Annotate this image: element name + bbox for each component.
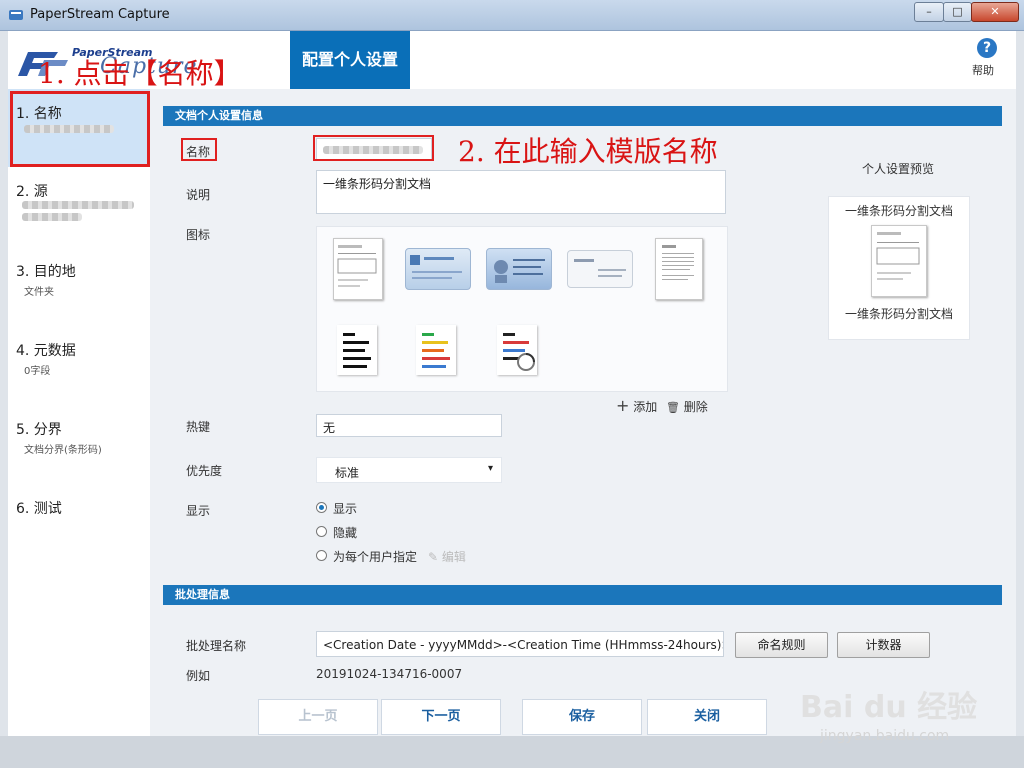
watermark: Bai du 经验 bbox=[800, 690, 978, 725]
blurred-value bbox=[22, 213, 82, 221]
sidebar-item-separation[interactable]: 5. 分界 文档分界(条形码) bbox=[8, 411, 150, 481]
step-label: 2. 源 bbox=[16, 184, 48, 200]
maximize-button[interactable]: □ bbox=[943, 2, 972, 22]
letter-icon[interactable] bbox=[655, 238, 703, 300]
option-label: 为每个用户指定 bbox=[333, 550, 418, 564]
preview-name-top: 一维条形码分割文档 bbox=[844, 204, 953, 218]
insurance-card-icon[interactable] bbox=[405, 248, 471, 290]
trash-icon: 🗑 bbox=[666, 401, 680, 414]
annotation-highlight-name-input bbox=[313, 135, 434, 161]
edit-label: 编辑 bbox=[441, 550, 466, 564]
radio-unselected bbox=[316, 526, 327, 537]
hotkey-input[interactable]: 无 bbox=[316, 414, 502, 437]
sidebar-item-destination[interactable]: 3. 目的地 文件夹 bbox=[8, 253, 150, 323]
invoice-icon[interactable] bbox=[333, 238, 383, 300]
save-button[interactable]: 保存 bbox=[522, 699, 642, 735]
auto-color-document-icon[interactable] bbox=[497, 325, 537, 375]
watermark-url: jingyan.baidu.com bbox=[820, 728, 950, 744]
example-label: 例如 bbox=[186, 669, 211, 683]
sidebar-item-metadata[interactable]: 4. 元数据 0字段 bbox=[8, 332, 150, 402]
preview-name-bottom: 一维条形码分割文档 bbox=[844, 307, 953, 321]
business-card-icon[interactable] bbox=[567, 250, 633, 288]
sidebar-item-source[interactable]: 2. 源 bbox=[8, 173, 150, 243]
step-sub: 文档分界(条形码) bbox=[24, 445, 102, 456]
naming-rule-button[interactable]: 命名规则 bbox=[735, 632, 828, 658]
app-icon bbox=[8, 7, 24, 23]
radio-selected bbox=[316, 502, 327, 513]
plus-icon: + bbox=[616, 396, 630, 415]
preview-document-icon bbox=[871, 225, 927, 297]
close-window-button[interactable]: ✕ bbox=[971, 2, 1019, 22]
help-label: 帮助 bbox=[972, 64, 994, 77]
section-batch-info: 批处理信息 bbox=[163, 585, 1002, 605]
prev-page-button[interactable]: 上一页 bbox=[258, 699, 378, 735]
option-label: 隐藏 bbox=[333, 526, 358, 540]
section-profile-info: 文档个人设置信息 bbox=[163, 106, 1002, 126]
step-sub: 0字段 bbox=[24, 366, 51, 377]
annotation-highlight-step1 bbox=[10, 91, 150, 167]
display-label: 显示 bbox=[186, 504, 211, 518]
edit-button[interactable]: ✎ 编辑 bbox=[428, 548, 466, 565]
delete-label: 删除 bbox=[683, 400, 708, 414]
sidebar: 1. 名称 2. 源 3. 目的地 文件夹 4. 元数据 0字段 5. 分界 文… bbox=[8, 89, 150, 736]
minimize-button[interactable]: – bbox=[914, 2, 944, 22]
black-white-document-icon[interactable] bbox=[337, 325, 377, 375]
priority-value: 标准 bbox=[335, 466, 360, 480]
id-card-icon[interactable] bbox=[486, 248, 552, 290]
counter-button[interactable]: 计数器 bbox=[837, 632, 930, 658]
icon-label: 图标 bbox=[186, 228, 211, 242]
annotation-step2: 2. 在此输入模版名称 bbox=[458, 135, 718, 168]
refresh-icon bbox=[517, 353, 535, 371]
window-title: PaperStream Capture bbox=[30, 7, 170, 22]
sidebar-item-test[interactable]: 6. 测试 bbox=[8, 490, 150, 540]
close-button[interactable]: 关闭 bbox=[647, 699, 767, 735]
step-sub: 文件夹 bbox=[24, 287, 54, 298]
batch-name-label: 批处理名称 bbox=[186, 639, 247, 653]
priority-select[interactable]: 标准 ▾ bbox=[316, 457, 502, 483]
pencil-icon: ✎ bbox=[428, 550, 439, 564]
step-label: 5. 分界 bbox=[16, 422, 62, 438]
option-label: 显示 bbox=[333, 502, 358, 516]
radio-unselected bbox=[316, 550, 327, 561]
next-page-button[interactable]: 下一页 bbox=[381, 699, 501, 735]
chevron-down-icon: ▾ bbox=[487, 463, 493, 474]
add-label: 添加 bbox=[633, 400, 658, 414]
help-button[interactable]: ? 帮助 bbox=[972, 38, 1002, 77]
color-document-icon[interactable] bbox=[416, 325, 456, 375]
description-label: 说明 bbox=[186, 188, 211, 202]
add-icon-button[interactable]: + 添加 bbox=[616, 396, 657, 415]
tab-configure-profile[interactable]: 配置个人设置 bbox=[290, 31, 410, 89]
batch-name-input[interactable]: <Creation Date - yyyyMMdd>-<Creation Tim… bbox=[316, 631, 724, 657]
title-bar: PaperStream Capture – □ ✕ bbox=[0, 0, 1024, 31]
blurred-value bbox=[22, 201, 134, 209]
description-input[interactable]: 一维条形码分割文档 bbox=[316, 170, 726, 214]
annotation-step1: 1. 点击【名称】 bbox=[38, 57, 242, 90]
example-value: 20191024-134716-0007 bbox=[316, 667, 463, 681]
profile-preview: 一维条形码分割文档 一维条形码分割文档 bbox=[828, 196, 970, 340]
hotkey-label: 热键 bbox=[186, 420, 211, 434]
preview-title: 个人设置预览 bbox=[862, 162, 935, 176]
step-label: 6. 测试 bbox=[16, 501, 62, 517]
annotation-highlight-name-label bbox=[181, 138, 217, 161]
delete-icon-button[interactable]: 🗑 删除 bbox=[666, 398, 708, 415]
help-icon: ? bbox=[977, 38, 997, 58]
step-label: 3. 目的地 bbox=[16, 264, 76, 280]
step-label: 4. 元数据 bbox=[16, 343, 76, 359]
priority-label: 优先度 bbox=[186, 464, 223, 478]
